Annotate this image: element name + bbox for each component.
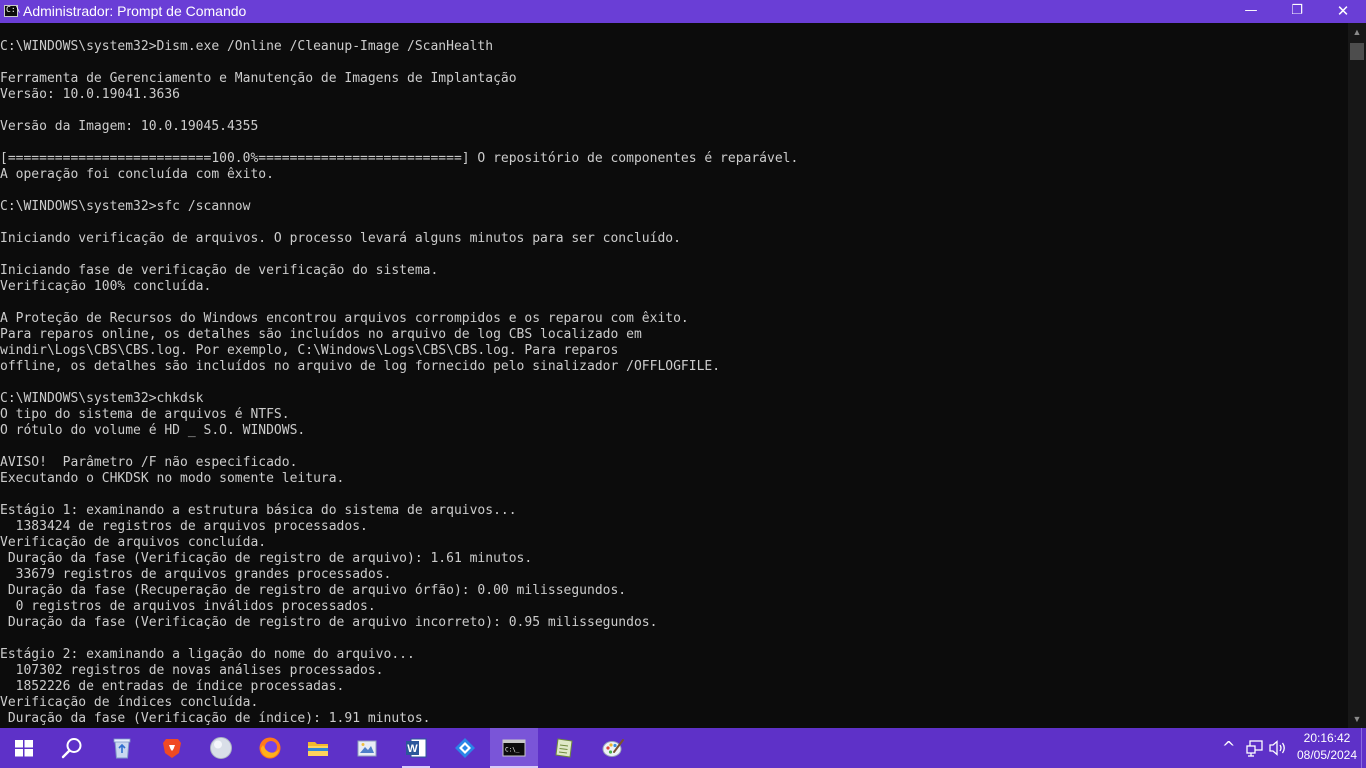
console-output[interactable]: C:\WINDOWS\system32>Dism.exe /Online /Cl…: [0, 39, 1348, 728]
title-bar[interactable]: C:\ Administrador: Prompt de Comando — ❐…: [0, 0, 1366, 23]
console-line: 33679 registros de arquivos grandes proc…: [0, 567, 392, 582]
circle-app-icon: [210, 737, 232, 759]
console-line: Executando o CHKDSK no modo somente leit…: [0, 471, 345, 486]
search-icon: [61, 738, 82, 759]
close-button[interactable]: ✕: [1320, 0, 1366, 23]
console-line: Verificação de índices concluída.: [0, 695, 259, 710]
console-line: AVISO! Parâmetro /F não especificado.: [0, 455, 298, 470]
windows-icon: [15, 740, 33, 757]
console-line: Duração da fase (Verificação de registro…: [0, 615, 658, 630]
console-line: Estágio 1: examinando a estrutura básica…: [0, 503, 517, 518]
network-icon[interactable]: [1245, 738, 1265, 758]
start-button[interactable]: [0, 728, 48, 768]
console-line: Duração da fase (Verificação de registro…: [0, 551, 533, 566]
cmd-glyph: C:\_: [505, 747, 520, 754]
taskbar-file-explorer[interactable]: [294, 728, 342, 768]
taskbar-shield-app[interactable]: [441, 728, 489, 768]
taskbar-notepad-app[interactable]: [540, 728, 588, 768]
console-line: Iniciando fase de verificação de verific…: [0, 263, 439, 278]
taskbar-recycle-bin[interactable]: [98, 728, 146, 768]
console-line: Estágio 2: examinando a ligação do nome …: [0, 647, 415, 662]
console-line: Duração da fase (Verificação de índice):…: [0, 711, 431, 726]
photo-viewer-icon: [357, 740, 377, 757]
show-hidden-icons-chevron-icon[interactable]: ^: [1222, 736, 1242, 757]
console-line: Verificação de arquivos concluída.: [0, 535, 267, 550]
console-line: 0 registros de arquivos inválidos proces…: [0, 599, 376, 614]
console-line: C:\WINDOWS\system32>Dism.exe /Online /Cl…: [0, 39, 494, 54]
console-line: C:\WINDOWS\system32>chkdsk: [0, 391, 204, 406]
firefox-icon: [259, 737, 281, 759]
console-line: Versão: 10.0.19041.3636: [0, 87, 181, 102]
word-letter: W: [407, 743, 418, 755]
show-desktop-button[interactable]: [1361, 728, 1366, 768]
command-prompt-window: C:\ Administrador: Prompt de Comando — ❐…: [0, 0, 1366, 728]
console-line: Verificação 100% concluída.: [0, 279, 212, 294]
brave-browser-icon: [163, 739, 181, 758]
console-line: A Proteção de Recursos do Windows encont…: [0, 311, 689, 326]
search-button[interactable]: [48, 728, 96, 768]
cmd-icon-glyph: C:\: [6, 5, 21, 14]
scroll-up-icon[interactable]: ▲: [1348, 23, 1366, 41]
console-line: Duração da fase (Recuperação de registro…: [0, 583, 627, 598]
notepad-app-icon: [555, 738, 573, 758]
taskbar-photo-viewer[interactable]: [343, 728, 391, 768]
console-line: Iniciando verificação de arquivos. O pro…: [0, 231, 681, 246]
console-line: Ferramenta de Gerenciamento e Manutenção…: [0, 71, 517, 86]
scroll-down-icon[interactable]: ▼: [1348, 710, 1366, 728]
minimize-button[interactable]: —: [1228, 0, 1274, 23]
window-title: Administrador: Prompt de Comando: [23, 3, 247, 19]
taskbar-brave[interactable]: [148, 728, 196, 768]
taskbar: W C:\_ ^: [0, 728, 1366, 768]
taskbar-command-prompt[interactable]: C:\_: [490, 728, 538, 768]
word-icon: W: [406, 738, 427, 758]
clock-time: 20:16:42: [1303, 731, 1351, 745]
console-line: O tipo do sistema de arquivos é NTFS.: [0, 407, 290, 422]
console-line: C:\WINDOWS\system32>sfc /scannow: [0, 199, 251, 214]
recycle-bin-icon: [113, 738, 131, 759]
console-line: O rótulo do volume é HD _ S.O. WINDOWS.: [0, 423, 306, 438]
vertical-scrollbar[interactable]: ▲ ▼: [1348, 23, 1366, 728]
console-line: offline, os detalhes são incluídos no ar…: [0, 359, 721, 374]
maximize-button[interactable]: ❐: [1274, 0, 1320, 23]
taskbar-paint-app[interactable]: [589, 728, 637, 768]
taskbar-circle-app[interactable]: [197, 728, 245, 768]
scroll-thumb[interactable]: [1350, 43, 1364, 60]
console-line: A operação foi concluída com êxito.: [0, 167, 274, 182]
console-line: [==========================100.0%=======…: [0, 151, 799, 166]
taskbar-word[interactable]: W: [392, 728, 440, 768]
file-explorer-icon: [308, 742, 328, 756]
clock-date: 08/05/2024: [1296, 748, 1358, 762]
shield-app-icon: [455, 738, 475, 758]
console-line: Versão da Imagem: 10.0.19045.4355: [0, 119, 259, 134]
console-line: 107302 registros de novas análises proce…: [0, 663, 384, 678]
console-line: 1383424 de registros de arquivos process…: [0, 519, 368, 534]
taskbar-firefox[interactable]: [246, 728, 294, 768]
console-line: windir\Logs\CBS\CBS.log. Por exemplo, C:…: [0, 343, 619, 358]
command-prompt-icon: C:\_: [502, 739, 526, 757]
taskbar-clock[interactable]: 20:16:42 08/05/2024: [1294, 728, 1360, 768]
volume-icon[interactable]: [1268, 738, 1288, 758]
paint-app-icon: [602, 739, 624, 757]
console-line: Para reparos online, os detalhes são inc…: [0, 327, 642, 342]
console-line: 1852226 de entradas de índice processada…: [0, 679, 345, 694]
cmd-icon: C:\: [4, 5, 21, 17]
